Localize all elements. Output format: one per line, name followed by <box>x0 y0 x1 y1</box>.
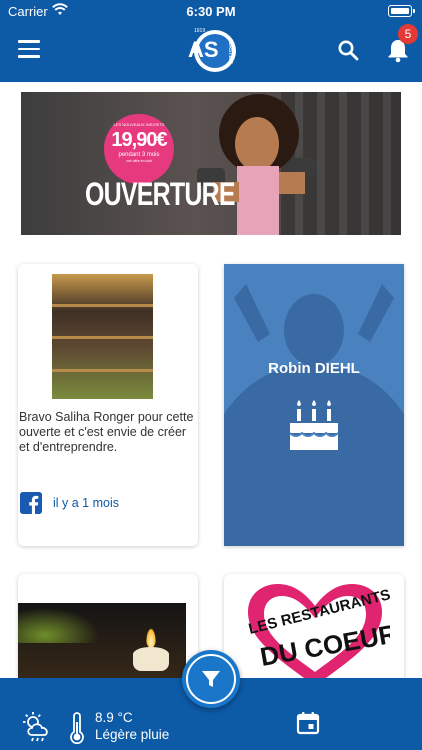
search-icon[interactable] <box>336 38 360 62</box>
news-card[interactable]: LES RESTAURANTS DU COEUR <box>224 574 404 694</box>
app-header: Carrier 6:30 PM AS 1919 ERSTEIN 5 <box>0 0 422 82</box>
menu-icon-line <box>18 40 40 43</box>
logo-letters: AS <box>188 37 219 62</box>
calendar-icon[interactable] <box>296 711 320 735</box>
post-text: Bravo Saliha Ronger pour cette ouverte e… <box>19 410 194 454</box>
candle <box>133 647 169 671</box>
news-card[interactable]: Bravo Saliha Ronger pour cette ouverte e… <box>18 264 198 546</box>
filter-button[interactable] <box>182 650 240 708</box>
price-note: voir offre en club <box>126 159 152 163</box>
clock: 6:30 PM <box>186 4 236 19</box>
athlete-image <box>197 94 317 235</box>
weather-condition: Légère pluie <box>95 727 170 742</box>
logo-club: ERSTEIN <box>227 42 233 64</box>
cake-icon <box>289 400 339 450</box>
facebook-icon[interactable] <box>20 492 42 514</box>
post-time: il y a 1 mois <box>53 496 119 510</box>
plant-decoration <box>18 603 108 643</box>
birthday-card[interactable]: Robin DIEHL <box>224 264 404 546</box>
menu-button[interactable] <box>18 40 40 58</box>
thermometer-icon <box>70 712 84 744</box>
status-bar: Carrier 6:30 PM <box>0 0 422 22</box>
price-duration: pendant 3 mois <box>118 152 160 158</box>
banner-headline: OUVERTURE <box>85 176 235 212</box>
club-logo[interactable]: AS 1919 ERSTEIN <box>185 24 237 76</box>
news-card[interactable] <box>18 574 198 694</box>
shelf <box>52 304 153 307</box>
price-badge: LES NOUVEAUX INSCRITS 19,90€ pendant 3 m… <box>104 114 174 184</box>
price-top-text: LES NOUVEAUX INSCRITS <box>113 122 165 127</box>
menu-icon-line <box>18 55 40 58</box>
price-amount: 19,90€ <box>111 129 167 151</box>
logo-year: 1919 <box>194 28 205 34</box>
battery-icon <box>388 5 415 17</box>
temperature: 8.9 °C <box>95 710 133 725</box>
promo-banner[interactable]: LES NOUVEAUX INSCRITS 19,90€ pendant 3 m… <box>21 92 401 235</box>
weather-icon <box>23 712 48 742</box>
shelf <box>52 336 153 339</box>
post-image <box>52 274 153 399</box>
filter-button-ring <box>186 654 236 704</box>
birthday-name: Robin DIEHL <box>268 360 360 377</box>
notification-badge: 5 <box>398 24 418 44</box>
menu-icon-line <box>18 47 40 50</box>
restos-du-coeur-logo: LES RESTAURANTS DU COEUR <box>247 584 390 686</box>
shelf <box>52 369 153 372</box>
candle-flame <box>146 628 156 648</box>
filter-icon <box>202 671 220 687</box>
